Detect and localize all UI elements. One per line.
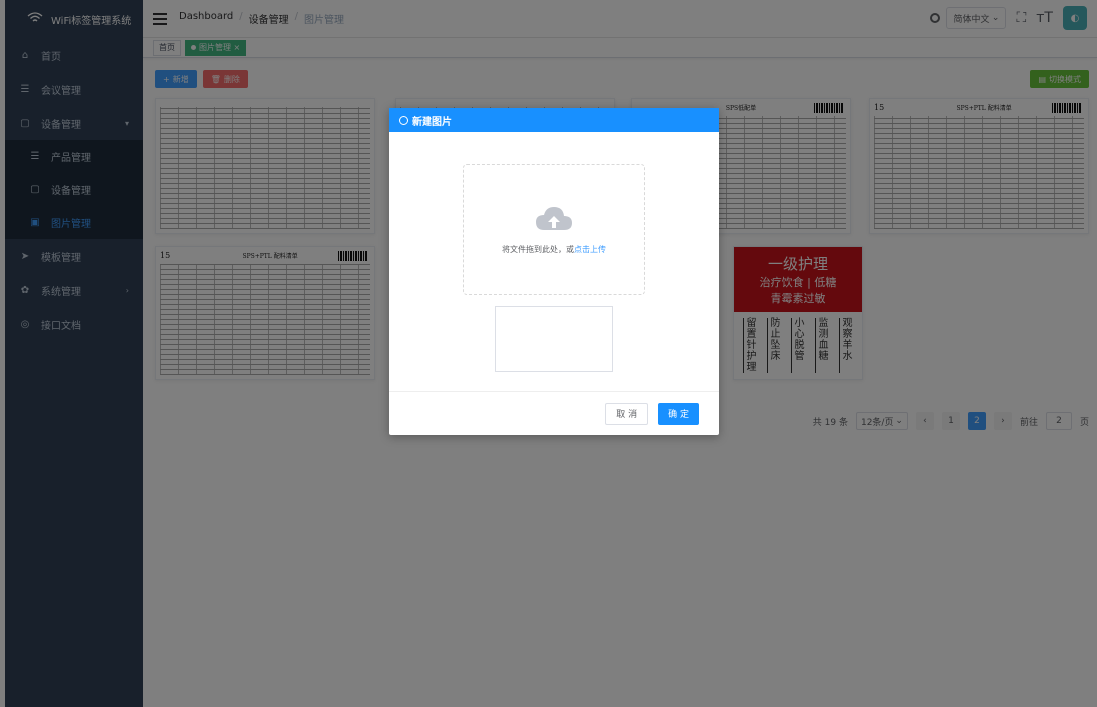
dialog-header: 新建图片 xyxy=(389,108,719,132)
image-preview xyxy=(495,306,613,372)
upload-link[interactable]: 点击上传 xyxy=(574,245,606,254)
dialog-footer: 取 消 确 定 xyxy=(389,391,719,435)
dialog-title: 新建图片 xyxy=(412,116,452,128)
cancel-button[interactable]: 取 消 xyxy=(605,402,649,425)
confirm-button[interactable]: 确 定 xyxy=(658,402,699,425)
upload-hint: 将文件拖到此处，或点击上传 xyxy=(502,244,606,255)
upload-hint-text: 将文件拖到此处，或 xyxy=(502,245,574,254)
upload-dropzone[interactable]: 将文件拖到此处，或点击上传 xyxy=(463,164,645,295)
settings-icon xyxy=(399,115,408,125)
cloud-upload-icon xyxy=(536,207,572,230)
new-image-dialog: 新建图片 将文件拖到此处，或点击上传 取 消 确 定 xyxy=(389,108,719,435)
